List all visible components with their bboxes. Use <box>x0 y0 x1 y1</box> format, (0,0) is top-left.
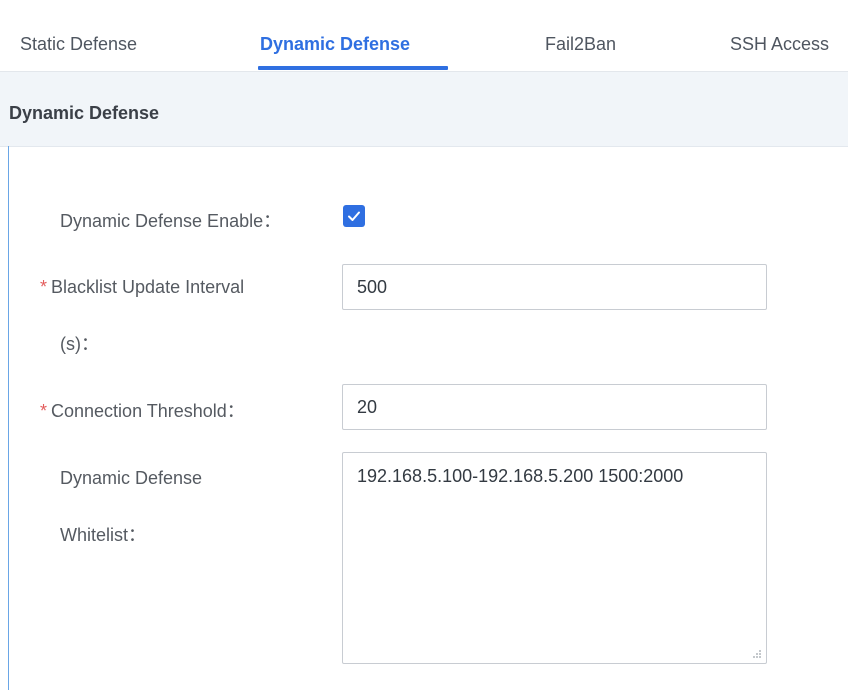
tab-static-defense[interactable]: Static Defense <box>20 34 137 55</box>
blacklist-interval-label: * Blacklist Update Interval <box>40 277 244 298</box>
section-title: Dynamic Defense <box>9 103 160 123</box>
whitelist-textarea[interactable]: 192.168.5.100-192.168.5.200 1500:2000 <box>342 452 767 664</box>
dynamic-defense-enable-checkbox[interactable] <box>343 205 365 227</box>
connection-threshold-label: * Connection Threshold： <box>40 397 245 423</box>
required-mark: * <box>40 277 48 297</box>
resize-grip-icon[interactable] <box>752 649 762 659</box>
active-tab-indicator <box>258 66 448 70</box>
required-mark: * <box>40 401 48 421</box>
connection-threshold-label-text: Connection Threshold： <box>51 401 245 421</box>
blacklist-interval-input[interactable]: 500 <box>342 264 767 310</box>
tab-ssh-access[interactable]: SSH Access <box>730 34 829 55</box>
blacklist-interval-label-text: Blacklist Update Interval <box>51 277 245 297</box>
tab-bar: Static Defense Dynamic Defense Fail2Ban … <box>0 0 848 72</box>
blacklist-interval-label-unit: (s)： <box>60 334 99 354</box>
panel-left-border <box>8 146 9 690</box>
tab-fail2ban[interactable]: Fail2Ban <box>545 34 616 55</box>
whitelist-value: 192.168.5.100-192.168.5.200 1500:2000 <box>357 466 684 486</box>
whitelist-label-line1: Dynamic Defense <box>60 468 203 488</box>
checkmark-icon <box>348 211 360 221</box>
tab-dynamic-defense[interactable]: Dynamic Defense <box>260 34 410 55</box>
connection-threshold-input[interactable]: 20 <box>342 384 767 430</box>
enable-label: Dynamic Defense Enable： <box>60 211 282 231</box>
whitelist-label-line2: Whitelist： <box>60 525 147 545</box>
